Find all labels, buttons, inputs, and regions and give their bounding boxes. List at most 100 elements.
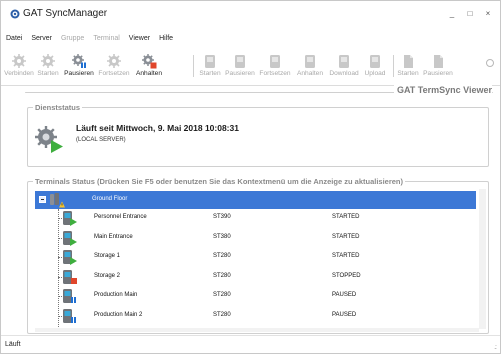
vertical-scrollbar[interactable] [479, 189, 486, 329]
toolbar-terminal-anhalten-button[interactable]: Anhalten [294, 49, 326, 81]
terminal-type: ST380 [213, 233, 231, 240]
service-status-text: Läuft seit Mittwoch, 9. Mai 2018 10:08:3… [76, 123, 239, 133]
terminals-status-label: Terminals Status (Drücken Sie F5 oder be… [33, 177, 406, 186]
toolbar-anhalten-button[interactable]: Anhalten [133, 49, 165, 81]
status-bar: Läuft .: [1, 335, 500, 354]
terminal-started-icon [63, 211, 77, 226]
viewer-title: GAT TermSync Viewer [393, 85, 492, 95]
toolbar-terminal-pausieren-button[interactable]: Pausieren [224, 49, 256, 81]
terminal-row[interactable]: Production Main 2 ST280 PAUSED [35, 307, 476, 325]
terminal-name: Main Entrance [94, 233, 133, 240]
terminal-upload-icon [370, 55, 380, 68]
toolbar-terminal-starten-label: Starten [199, 70, 221, 77]
horizontal-scrollbar[interactable] [35, 328, 479, 332]
terminal-type: ST280 [213, 253, 231, 259]
terminal-row[interactable]: Personnel Entrance ST390 STARTED [35, 209, 476, 227]
terminal-row[interactable]: Storage 1 ST280 STARTED [35, 248, 476, 266]
service-server-text: (LOCAL SERVER) [76, 137, 126, 143]
menu-hilfe[interactable]: Hilfe [159, 35, 173, 42]
terminal-type: ST390 [213, 214, 231, 220]
gear-resume-icon [107, 54, 121, 68]
menu-server[interactable]: Server [31, 35, 52, 42]
window-title: GAT SyncManager [23, 8, 108, 19]
terminal-group-warning-icon [50, 193, 65, 208]
terminal-status: STARTED [332, 214, 360, 220]
terminal-status: STOPPED [332, 272, 361, 279]
group-name: Ground Floor [92, 196, 128, 202]
toolbar-terminal-anhalten-label: Anhalten [296, 70, 324, 77]
app-logo-icon [10, 9, 20, 19]
toolbar-doc-starten-button[interactable]: Starten [395, 49, 421, 81]
toolbar-starten-label: Starten [37, 70, 59, 77]
toolbar-doc-starten-label: Starten [397, 70, 419, 77]
toolbar-terminal-starten-button[interactable]: Starten [197, 49, 223, 81]
terminal-name: Storage 2 [94, 272, 121, 279]
terminal-paused-icon [63, 308, 76, 323]
terminal-started-icon [63, 230, 77, 246]
terminal-stop-icon [305, 55, 315, 68]
resize-grip-icon[interactable]: .: [494, 344, 497, 351]
collapse-toggle-icon[interactable] [39, 196, 46, 203]
toolbar-pausieren-button[interactable]: Pausieren [63, 49, 95, 81]
terminal-download-icon [339, 55, 349, 68]
menu-viewer[interactable]: Viewer [129, 35, 150, 42]
doc-start-icon [404, 55, 413, 68]
terminal-type: ST280 [213, 272, 231, 279]
terminal-status: STARTED [332, 233, 360, 240]
terminal-paused-icon [63, 289, 76, 303]
terminal-row[interactable]: Main Entrance ST380 STARTED [35, 229, 476, 247]
terminal-name: Personnel Entrance [94, 214, 147, 220]
toolbar-verbinden-label: Verbinden [4, 70, 34, 77]
toolbar-fortsetzen-button[interactable]: Fortsetzen [97, 49, 131, 81]
terminal-type: ST280 [213, 311, 231, 318]
toolbar-terminal-pausieren-label: Pausieren [225, 70, 255, 77]
terminal-started-icon [63, 250, 77, 265]
menu-datei[interactable]: Datei [6, 35, 22, 42]
minimize-button[interactable]: _ [448, 9, 456, 18]
toolbar-separator-2 [393, 55, 394, 77]
doc-pause-icon [434, 55, 443, 68]
toolbar-collapse-icon[interactable] [486, 59, 494, 67]
terminal-status: STARTED [332, 253, 360, 259]
toolbar-anhalten-label: Anhalten [135, 70, 163, 77]
service-status-label: Dienststatus [33, 103, 83, 112]
terminal-resume-icon [270, 55, 280, 68]
status-text: Läuft [5, 341, 21, 348]
gear-connect-icon [12, 54, 26, 68]
terminals-tree[interactable]: Ground Floor Personnel Entrance ST390 STAR… [35, 191, 476, 327]
menu-gruppe[interactable]: Gruppe [61, 35, 84, 42]
toolbar-doc-pausieren-label: Pausieren [423, 70, 453, 77]
toolbar-pausieren-label: Pausieren [64, 70, 94, 77]
toolbar-download-button[interactable]: Download [327, 49, 361, 81]
terminal-name: Storage 1 [94, 253, 121, 259]
toolbar-terminal-fortsetzen-label: Fortsetzen [259, 70, 291, 77]
terminal-name: Production Main 2 [94, 311, 143, 318]
terminal-status: PAUSED [332, 292, 357, 298]
gear-start-icon [41, 54, 55, 68]
toolbar-starten-button[interactable]: Starten [35, 49, 61, 81]
window-controls: _ □ × [448, 9, 492, 18]
terminal-stopped-icon [63, 269, 77, 284]
gear-pause-icon [72, 54, 86, 68]
toolbar-upload-button[interactable]: Upload [362, 49, 388, 81]
menu-bar: Datei Server Gruppe Terminal Viewer Hilf… [6, 35, 173, 42]
toolbar-doc-pausieren-button[interactable]: Pausieren [422, 49, 454, 81]
toolbar-fortsetzen-label: Fortsetzen [98, 70, 130, 77]
tree-group-row[interactable]: Ground Floor [35, 191, 476, 209]
service-running-icon [35, 126, 63, 153]
terminal-row[interactable]: Storage 2 ST280 STOPPED [35, 268, 476, 286]
terminal-row[interactable]: Production Main ST280 PAUSED [35, 287, 476, 305]
toolbar-separator [193, 55, 194, 77]
toolbar: Verbinden Starten Pausieren Fortsetzen A… [1, 49, 500, 83]
toolbar-terminal-fortsetzen-button[interactable]: Fortsetzen [257, 49, 293, 81]
menu-terminal[interactable]: Terminal [93, 35, 119, 42]
terminal-type: ST280 [213, 292, 231, 298]
gear-stop-icon [142, 54, 157, 69]
close-button[interactable]: × [484, 9, 492, 18]
terminal-status: PAUSED [332, 311, 357, 318]
toolbar-upload-label: Upload [364, 70, 386, 77]
title-bar: GAT SyncManager _ □ × [1, 1, 500, 25]
maximize-button[interactable]: □ [466, 9, 474, 18]
toolbar-verbinden-button[interactable]: Verbinden [4, 49, 34, 81]
terminal-pause-icon [235, 55, 245, 68]
